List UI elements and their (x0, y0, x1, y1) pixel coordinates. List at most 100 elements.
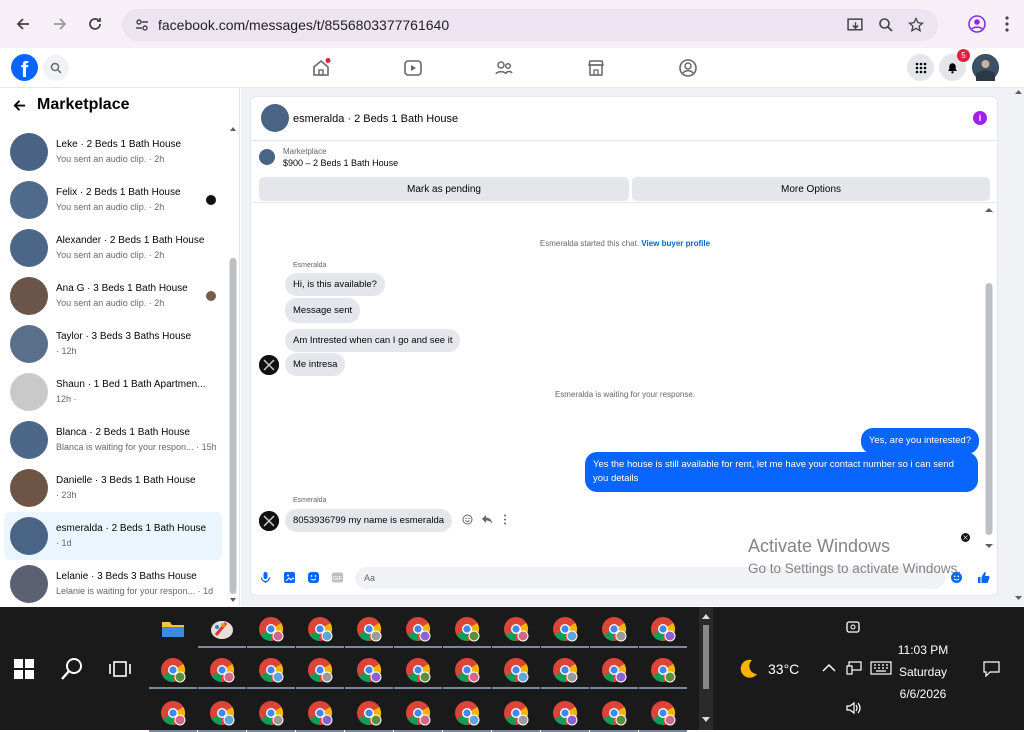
paint-app-icon[interactable] (198, 615, 246, 648)
chrome-app-icon[interactable] (247, 615, 295, 648)
conversation-item[interactable]: Leke · 2 Beds 1 Bath House You sent an a… (4, 128, 222, 176)
conversation-item[interactable]: Shaun · 1 Bed 1 Bath Apartmen... 12h · (4, 368, 222, 416)
chrome-app-icon[interactable] (247, 656, 295, 689)
chrome-app-icon[interactable] (149, 699, 197, 732)
install-app-icon[interactable] (847, 17, 864, 34)
back-arrow-icon[interactable] (12, 98, 27, 113)
weather-temperature[interactable]: 33°C (768, 661, 799, 677)
search-icon[interactable] (60, 657, 84, 681)
incoming-message[interactable]: Message sent (285, 298, 361, 323)
conversation-item[interactable]: Ana G · 3 Beds 1 Bath House You sent an … (4, 272, 222, 320)
view-buyer-profile-link[interactable]: View buyer profile (641, 239, 710, 248)
taskbar-scrollbar[interactable] (699, 607, 713, 730)
chrome-app-icon[interactable] (394, 615, 442, 648)
chrome-app-icon[interactable] (443, 656, 491, 689)
chrome-app-icon[interactable] (590, 615, 638, 648)
facebook-search-button[interactable] (43, 55, 69, 81)
conversation-item[interactable]: Blanca · 2 Beds 1 Bath House Blanca is w… (4, 416, 222, 464)
outgoing-message[interactable]: Yes, are you interested? (860, 428, 979, 454)
menu-kebab-icon[interactable] (1004, 15, 1010, 33)
microphone-icon[interactable] (259, 571, 272, 584)
address-bar[interactable]: facebook.com/messages/t/8556803377761640 (122, 9, 938, 41)
weather-moon-icon[interactable] (736, 657, 760, 681)
keyboard-icon[interactable] (870, 661, 892, 675)
groups-icon[interactable] (494, 58, 514, 78)
gif-icon[interactable]: GIF (331, 571, 344, 584)
chrome-app-icon[interactable] (198, 699, 246, 732)
home-icon[interactable] (311, 58, 331, 78)
facebook-logo[interactable]: f (11, 54, 38, 81)
incoming-message[interactable]: Hi, is this available? (285, 273, 385, 296)
conversation-item[interactable]: Felix · 2 Beds 1 Bath House You sent an … (4, 176, 222, 224)
like-thumb-icon[interactable] (977, 571, 990, 584)
back-button[interactable] (5, 6, 41, 42)
sidebar-scrollbar[interactable] (228, 126, 238, 604)
chrome-app-icon[interactable] (345, 615, 393, 648)
meet-now-icon[interactable] (846, 619, 860, 635)
sticker-icon[interactable] (307, 571, 320, 584)
chrome-app-icon[interactable] (345, 699, 393, 732)
chevron-up-icon[interactable] (822, 663, 836, 673)
chat-title[interactable]: esmeralda · 2 Beds 1 Bath House (293, 113, 458, 125)
account-avatar[interactable] (972, 54, 999, 81)
chrome-app-icon[interactable] (296, 615, 344, 648)
zoom-icon[interactable] (878, 17, 894, 33)
chat-scrollbar[interactable] (984, 207, 994, 551)
chrome-app-icon[interactable] (639, 615, 687, 648)
chrome-app-icon[interactable] (443, 615, 491, 648)
notification-center-icon[interactable] (983, 661, 1000, 677)
bookmark-star-icon[interactable] (908, 17, 924, 33)
reload-button[interactable] (77, 6, 113, 42)
chrome-app-icon[interactable] (394, 699, 442, 732)
more-actions-icon[interactable] (503, 514, 507, 525)
chrome-app-icon[interactable] (394, 656, 442, 689)
chrome-app-icon[interactable] (541, 615, 589, 648)
site-info-icon[interactable] (134, 17, 150, 33)
incoming-message[interactable]: 8053936799 my name is esmeralda (285, 509, 453, 532)
profile-icon[interactable] (968, 15, 986, 33)
network-icon[interactable] (846, 661, 862, 675)
react-emoji-icon[interactable] (462, 514, 473, 525)
volume-icon[interactable] (846, 701, 862, 715)
marketplace-icon[interactable] (586, 58, 606, 78)
chrome-app-icon[interactable] (492, 656, 540, 689)
conversation-item[interactable]: Alexander · 2 Beds 1 Bath House You sent… (4, 224, 222, 272)
more-options-button[interactable]: More Options (632, 177, 990, 201)
chrome-app-icon[interactable] (541, 699, 589, 732)
incoming-message[interactable]: Me intresa (285, 353, 346, 376)
notifications-button[interactable]: 5 (939, 49, 970, 81)
listing-small-thumbnail[interactable] (259, 149, 275, 165)
chrome-app-icon[interactable] (590, 656, 638, 689)
chrome-app-icon[interactable] (492, 699, 540, 732)
reply-icon[interactable] (481, 514, 493, 525)
conversation-item-active[interactable]: esmeralda · 2 Beds 1 Bath House · 1d (4, 512, 222, 560)
listing-price[interactable]: $900 – 2 Beds 1 Bath House (283, 158, 398, 168)
taskbar-clock[interactable]: 11:03 PM Saturday 6/6/2026 (890, 639, 956, 705)
photo-icon[interactable] (283, 571, 296, 584)
sender-avatar[interactable] (259, 355, 279, 375)
incoming-message[interactable]: Am Intrested when can I go and see it (285, 329, 461, 352)
chrome-app-icon[interactable] (492, 615, 540, 648)
chrome-app-icon[interactable] (345, 656, 393, 689)
windows-start-icon[interactable] (14, 659, 34, 679)
conversation-item[interactable]: Lelanie · 3 Beds 3 Baths House Lelanie i… (4, 560, 222, 608)
chrome-app-icon[interactable] (296, 699, 344, 732)
chat-listing-thumbnail[interactable] (261, 104, 289, 132)
menu-grid-button[interactable] (907, 54, 934, 81)
conversation-item[interactable]: Taylor · 3 Beds 3 Baths House · 12h (4, 320, 222, 368)
info-icon[interactable]: i (973, 111, 987, 125)
outgoing-message[interactable]: Yes the house is still available for ren… (585, 452, 978, 492)
chrome-app-icon[interactable] (443, 699, 491, 732)
file-explorer-app-icon[interactable] (159, 615, 187, 643)
chrome-app-icon[interactable] (541, 656, 589, 689)
video-icon[interactable] (403, 58, 423, 78)
mark-as-pending-button[interactable]: Mark as pending (259, 177, 629, 201)
chrome-app-icon[interactable] (198, 656, 246, 689)
chrome-app-icon[interactable] (247, 699, 295, 732)
page-scrollbar[interactable] (1013, 88, 1024, 606)
conversation-item[interactable]: Danielle · 3 Beds 1 Bath House · 23h (4, 464, 222, 512)
chrome-app-icon[interactable] (639, 699, 687, 732)
task-view-icon[interactable] (108, 657, 132, 681)
sender-avatar[interactable] (259, 511, 279, 531)
gaming-icon[interactable] (678, 58, 698, 78)
